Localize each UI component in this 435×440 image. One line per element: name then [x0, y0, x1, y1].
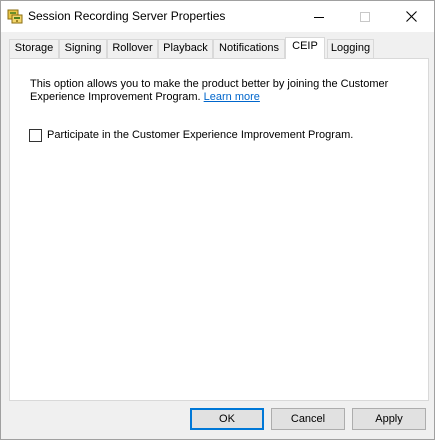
close-button[interactable]: [388, 1, 434, 32]
tab-signing[interactable]: Signing: [59, 39, 107, 58]
maximize-icon: [360, 11, 370, 22]
tab-notifications[interactable]: Notifications: [213, 39, 285, 58]
apply-button[interactable]: Apply: [352, 408, 426, 430]
participate-checkbox-label[interactable]: Participate in the Customer Experience I…: [47, 129, 353, 141]
tab-logging[interactable]: Logging: [327, 39, 374, 58]
tab-storage[interactable]: Storage: [9, 39, 59, 58]
minimize-icon: [314, 16, 324, 18]
minimize-button[interactable]: [296, 1, 342, 32]
tab-ceip[interactable]: CEIP: [285, 37, 325, 59]
ceip-tab-panel: This option allows you to make the produ…: [9, 58, 429, 401]
learn-more-link[interactable]: Learn more: [204, 91, 260, 103]
tab-playback[interactable]: Playback: [158, 39, 213, 58]
participate-checkbox[interactable]: [29, 128, 42, 142]
ceip-description: This option allows you to make the produ…: [30, 78, 415, 104]
title-bar[interactable]: Session Recording Server Properties: [1, 1, 434, 32]
tab-rollover[interactable]: Rollover: [107, 39, 158, 58]
window-title: Session Recording Server Properties: [28, 9, 226, 23]
session-recording-app-icon: [7, 8, 23, 24]
tab-strip: Storage Signing Rollover Playback Notifi…: [9, 37, 429, 59]
properties-dialog: Session Recording Server Properties Stor…: [0, 0, 435, 440]
participate-checkbox-row[interactable]: Participate in the Customer Experience I…: [29, 128, 353, 142]
close-icon: [405, 11, 417, 22]
cancel-button[interactable]: Cancel: [271, 408, 345, 430]
ok-button[interactable]: OK: [190, 408, 264, 430]
maximize-button[interactable]: [342, 1, 388, 32]
